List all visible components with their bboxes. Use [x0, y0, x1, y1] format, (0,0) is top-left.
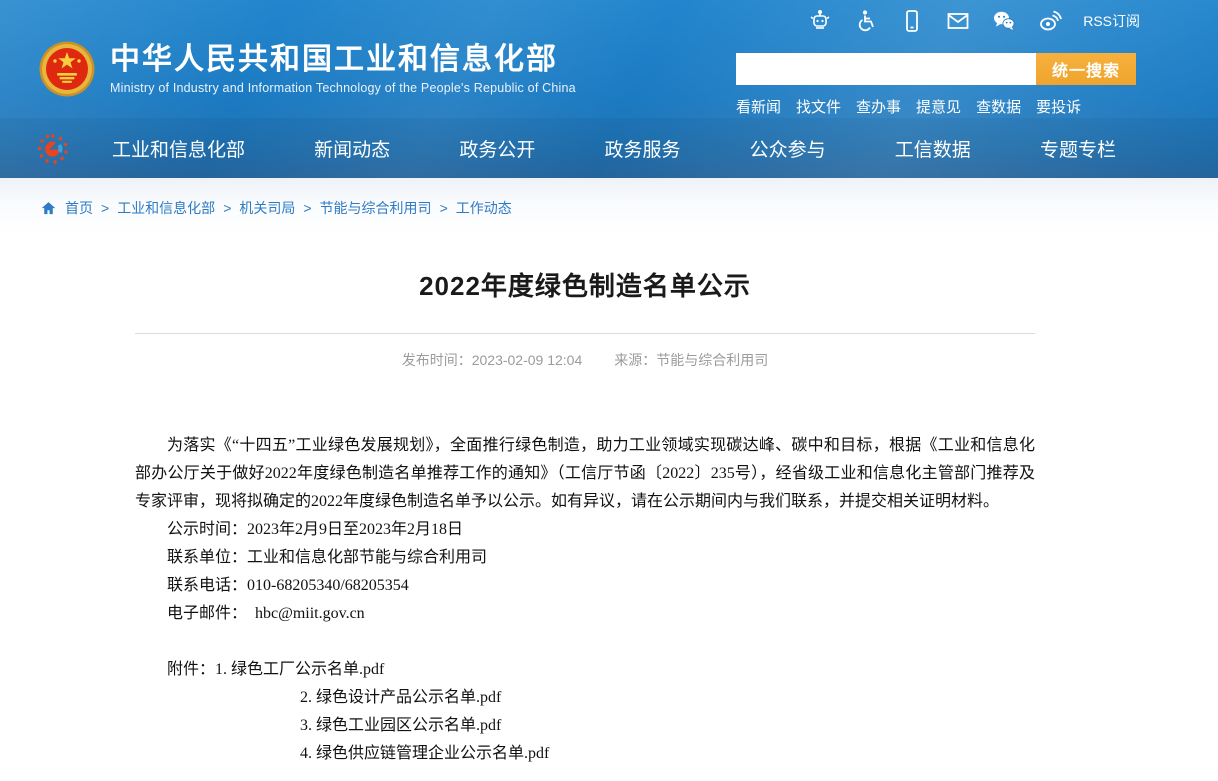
- ai-assistant-icon[interactable]: [807, 8, 833, 34]
- title-divider: [135, 333, 1035, 334]
- search-box: 统一搜索: [736, 53, 1136, 85]
- wechat-icon[interactable]: [991, 8, 1017, 34]
- attachments-label: 附件：: [167, 661, 215, 678]
- nav-item-special-columns[interactable]: 专题专栏: [1040, 135, 1116, 162]
- page: RSS订阅 中华人民共和国工业和信息化部 Ministry of In: [0, 0, 1218, 781]
- nav-item-gov-disclosure[interactable]: 政务公开: [459, 135, 535, 162]
- detail-contact-email: 电子邮件： hbc@miit.gov.cn: [135, 600, 1035, 628]
- search-input[interactable]: [736, 53, 1036, 85]
- nav-item-public-participation[interactable]: 公众参与: [750, 135, 826, 162]
- attachment-line: 4. 绿色供应链管理企业公示名单.pdf: [135, 740, 1035, 768]
- rss-subscribe-link[interactable]: RSS订阅: [1083, 11, 1140, 31]
- article: 2022年度绿色制造名单公示 发布时间：2023-02-09 12:04 来源：节…: [135, 238, 1035, 768]
- breadcrumb-band: 首页 > 工业和信息化部 > 机关司局 > 节能与综合利用司 > 工作动态: [0, 178, 1218, 238]
- attachments: 附件：1. 绿色工厂公示名单.pdf 2. 绿色设计产品公示名单.pdf 3. …: [135, 656, 1035, 768]
- nav-item-gov-services[interactable]: 政务服务: [604, 135, 680, 162]
- site-title: 中华人民共和国工业和信息化部: [110, 43, 576, 76]
- accessibility-icon[interactable]: [853, 8, 879, 34]
- mobile-icon[interactable]: [899, 8, 925, 34]
- quick-link-news[interactable]: 看新闻: [736, 96, 781, 117]
- article-body: 为落实《“十四五”工业绿色发展规划》，全面推行绿色制造，助力工业领域实现碳达峰、…: [135, 432, 1035, 768]
- nav-item-miit[interactable]: 工业和信息化部: [112, 135, 245, 162]
- breadcrumb-home[interactable]: 首页: [65, 198, 93, 218]
- search-area: 统一搜索 看新闻 找文件 查办事 提意见 查数据 要投诉: [736, 53, 1136, 117]
- nav-item-miit-data[interactable]: 工信数据: [895, 135, 971, 162]
- detail-contact-unit: 联系单位：工业和信息化部节能与综合利用司: [135, 544, 1035, 572]
- article-paragraph: 为落实《“十四五”工业绿色发展规划》，全面推行绿色制造，助力工业领域实现碳达峰、…: [135, 432, 1035, 516]
- quick-link-data[interactable]: 查数据: [976, 96, 1021, 117]
- breadcrumb-miit[interactable]: 工业和信息化部: [117, 198, 215, 218]
- publish-time-value: 2023-02-09 12:04: [472, 352, 583, 368]
- page-title: 2022年度绿色制造名单公示: [135, 266, 1035, 303]
- top-utility-bar: RSS订阅: [807, 8, 1140, 34]
- site-header: RSS订阅 中华人民共和国工业和信息化部 Ministry of In: [0, 0, 1218, 178]
- main-nav: 工业和信息化部 新闻动态 政务公开 政务服务 公众参与 工信数据 专题专栏: [0, 118, 1218, 178]
- detail-contact-phone: 联系电话：010-68205340/68205354: [135, 572, 1035, 600]
- quick-link-documents[interactable]: 找文件: [796, 96, 841, 117]
- nav-items: 工业和信息化部 新闻动态 政务公开 政务服务 公众参与 工信数据 专题专栏: [112, 118, 1116, 178]
- brand[interactable]: 中华人民共和国工业和信息化部 Ministry of Industry and …: [38, 40, 576, 98]
- source-label: 来源：: [614, 352, 656, 368]
- attachment-green-supply-chain-pdf[interactable]: 4. 绿色供应链管理企业公示名单.pdf: [300, 745, 549, 762]
- breadcrumb-separator: >: [223, 200, 231, 216]
- source-value: 节能与综合利用司: [656, 352, 768, 368]
- quick-link-suggestions[interactable]: 提意见: [916, 96, 961, 117]
- breadcrumb-separator: >: [440, 200, 448, 216]
- attachment-green-industrial-park-pdf[interactable]: 3. 绿色工业园区公示名单.pdf: [300, 717, 501, 734]
- attachment-line: 附件：1. 绿色工厂公示名单.pdf: [135, 656, 1035, 684]
- miit-gear-logo-icon[interactable]: [36, 132, 70, 166]
- home-icon[interactable]: [40, 200, 57, 217]
- national-emblem-logo: [38, 40, 96, 98]
- weibo-icon[interactable]: [1037, 8, 1063, 34]
- attachment-line: 3. 绿色工业园区公示名单.pdf: [135, 712, 1035, 740]
- breadcrumb-separator: >: [303, 200, 311, 216]
- breadcrumb-departments[interactable]: 机关司局: [239, 198, 295, 218]
- brand-text: 中华人民共和国工业和信息化部 Ministry of Industry and …: [110, 43, 576, 95]
- attachment-line: 2. 绿色设计产品公示名单.pdf: [135, 684, 1035, 712]
- breadcrumb-separator: >: [101, 200, 109, 216]
- search-button[interactable]: 统一搜索: [1036, 53, 1136, 85]
- article-meta: 发布时间：2023-02-09 12:04 来源：节能与综合利用司: [135, 350, 1035, 370]
- quick-links: 看新闻 找文件 查办事 提意见 查数据 要投诉: [736, 96, 1136, 117]
- detail-publicity-period: 公示时间：2023年2月9日至2023年2月18日: [135, 516, 1035, 544]
- attachment-green-factory-pdf[interactable]: 1. 绿色工厂公示名单.pdf: [215, 661, 384, 678]
- nav-item-news[interactable]: 新闻动态: [314, 135, 390, 162]
- breadcrumb: 首页 > 工业和信息化部 > 机关司局 > 节能与综合利用司 > 工作动态: [40, 178, 512, 238]
- site-subtitle: Ministry of Industry and Information Tec…: [110, 81, 576, 95]
- publish-time-label: 发布时间：: [402, 352, 472, 368]
- mail-icon[interactable]: [945, 8, 971, 34]
- attachment-green-design-product-pdf[interactable]: 2. 绿色设计产品公示名单.pdf: [300, 689, 501, 706]
- quick-link-services[interactable]: 查办事: [856, 96, 901, 117]
- breadcrumb-energy-dept[interactable]: 节能与综合利用司: [320, 198, 432, 218]
- quick-link-complaints[interactable]: 要投诉: [1036, 96, 1081, 117]
- breadcrumb-work-updates[interactable]: 工作动态: [456, 198, 512, 218]
